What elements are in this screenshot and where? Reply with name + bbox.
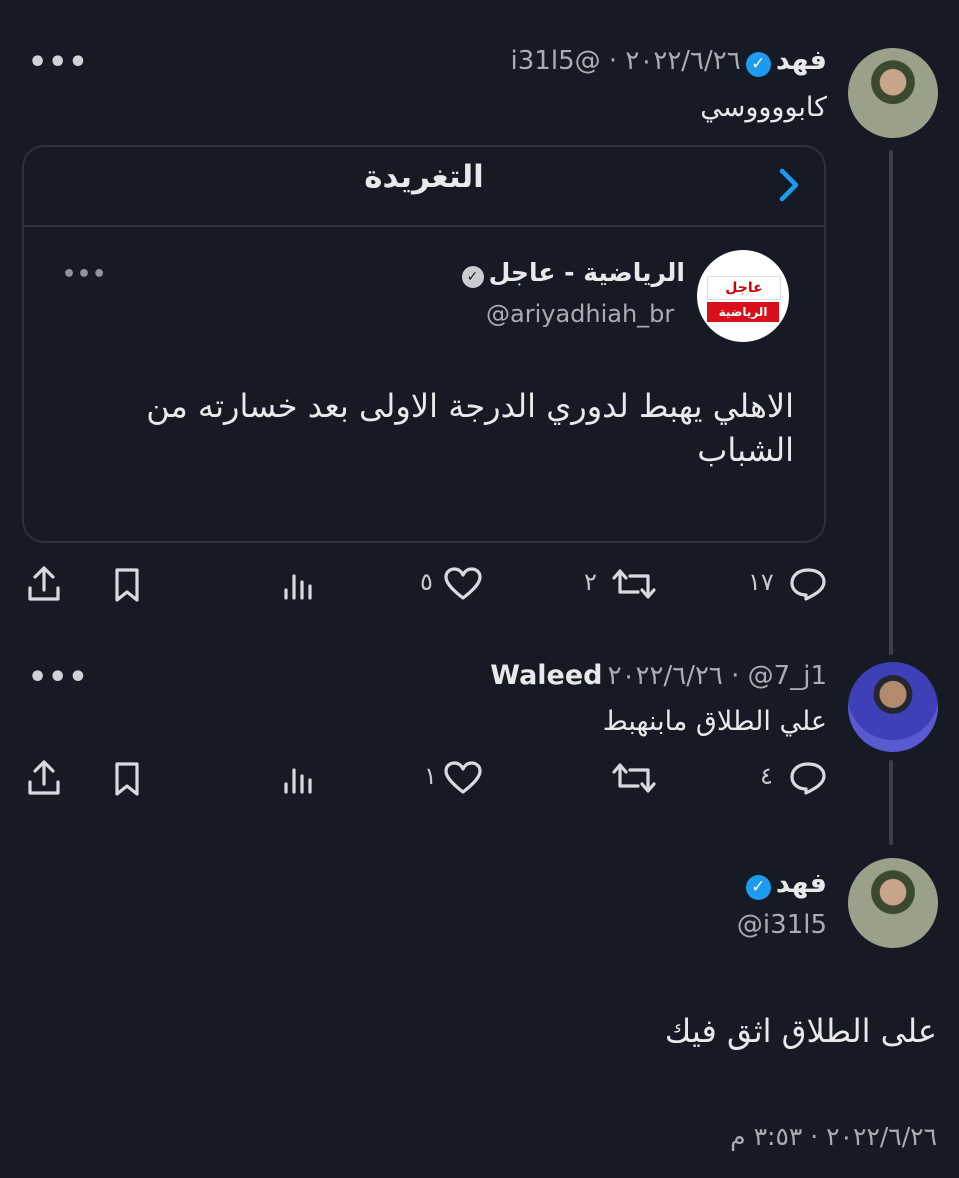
reply-icon[interactable] xyxy=(788,760,828,796)
avatar-fahad[interactable] xyxy=(848,48,938,138)
quoted-tweet-card[interactable]: التغريدة xyxy=(22,145,826,543)
tweet-1-meta: ٢٠٢٢/٦/٢٦ · @i31l5 xyxy=(510,46,741,76)
quote-author-handle: @ariyadhiah_br xyxy=(486,300,675,328)
avatar-fahad[interactable] xyxy=(848,858,938,948)
verified-icon: ✓ xyxy=(745,875,771,900)
like-icon[interactable] xyxy=(442,566,484,602)
like-count: ١ xyxy=(424,762,437,790)
reply-count: ١٧ xyxy=(748,568,774,596)
more-icon[interactable]: ••• xyxy=(62,262,107,287)
avatar-waleed[interactable] xyxy=(848,662,938,752)
thread-line-2 xyxy=(889,760,893,845)
views-icon[interactable] xyxy=(280,568,316,602)
tweet-2-text: علي الطلاق مابنهبط xyxy=(602,706,827,737)
like-count: ٥ xyxy=(420,568,433,596)
quote-author-name[interactable]: الرياضية - عاجل xyxy=(489,258,685,287)
tweet-3-text: على الطلاق اثق فيك xyxy=(664,1012,937,1050)
retweet-icon[interactable] xyxy=(610,566,658,602)
verified-icon: ✓ xyxy=(745,52,771,77)
more-icon[interactable]: ••• xyxy=(28,45,89,80)
tweet-3-handle: @i31l5 xyxy=(736,910,827,940)
quote-header-title: التغريدة xyxy=(364,159,484,195)
like-icon[interactable] xyxy=(442,760,484,796)
share-icon[interactable] xyxy=(24,564,64,604)
quote-author: الرياضية - عاجل ✓ xyxy=(461,258,685,288)
tweet-3-timestamp: ٢٠٢٢/٦/٢٦ · ٣:٥٣ م xyxy=(730,1122,937,1151)
tweet-1-header: فهد ✓ ٢٠٢٢/٦/٢٦ · @i31l5 xyxy=(511,45,827,77)
tweet-2-header: Waleed ٢٠٢٢/٦/٢٦ · @7_j1 xyxy=(490,660,827,691)
share-icon[interactable] xyxy=(24,758,64,798)
tweet-2-meta: ٢٠٢٢/٦/٢٦ · @7_j1 xyxy=(607,661,827,691)
thread-line-1 xyxy=(889,150,893,655)
tweet-3-author: فهد ✓ xyxy=(745,868,827,900)
retweet-count: ٢ xyxy=(584,568,597,596)
tweet-1-text: كابووووسي xyxy=(700,92,827,123)
bookmark-icon[interactable] xyxy=(110,760,144,798)
bookmark-icon[interactable] xyxy=(110,566,144,604)
logo-top-text: عاجل xyxy=(707,276,781,300)
reply-icon[interactable] xyxy=(788,566,828,602)
ariyadhiah-logo[interactable]: عاجل الرياضية xyxy=(697,250,789,342)
logo-bottom-text: الرياضية xyxy=(707,302,779,322)
more-icon[interactable]: ••• xyxy=(28,660,89,695)
quote-text: الاهلي يهبط لدوري الدرجة الاولى بعد خسار… xyxy=(146,387,794,469)
retweet-icon[interactable] xyxy=(610,760,658,796)
reply-count: ٤ xyxy=(760,762,773,790)
tweet-2-author-name[interactable]: Waleed xyxy=(490,660,602,691)
back-chevron-icon[interactable] xyxy=(776,165,802,205)
tweet-1-author-name[interactable]: فهد xyxy=(776,45,827,76)
verified-icon: ✓ xyxy=(461,265,484,288)
tweet-3-author-name[interactable]: فهد xyxy=(776,868,827,899)
views-icon[interactable] xyxy=(280,762,316,796)
